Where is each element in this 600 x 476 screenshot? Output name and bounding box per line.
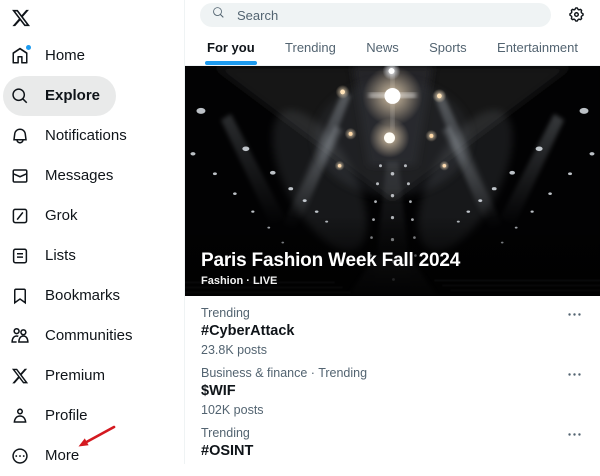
trend-item[interactable]: Trending #CyberAttack 23.8K posts (185, 301, 600, 361)
trend-body: Business & finance · Trending $WIF 102K … (201, 365, 566, 418)
sidebar-item-home[interactable]: Home (3, 36, 101, 76)
trend-topic: #OSINT (201, 443, 254, 459)
tab-label: Entertainment (497, 39, 578, 55)
trend-item[interactable]: Trending #OSINT (185, 421, 600, 465)
x-icon (11, 367, 29, 385)
settings-button[interactable] (568, 6, 586, 24)
hero-title: Paris Fashion Week Fall 2024 (201, 250, 461, 271)
trend-context: Trending (201, 306, 250, 320)
sidebar-item-lists[interactable]: Lists (3, 236, 92, 276)
gear-icon (568, 6, 586, 23)
sidebar-item-label: More (45, 447, 80, 464)
sidebar-item-bookmarks[interactable]: Bookmarks (3, 276, 136, 316)
tab-for-you[interactable]: For you (205, 29, 257, 65)
more-options-button[interactable] (566, 426, 584, 444)
sidebar-item-profile[interactable]: Profile (3, 396, 104, 436)
tab-label: For you (207, 39, 255, 55)
trend-topic: #CyberAttack (201, 323, 295, 339)
person-icon (11, 407, 29, 425)
sidebar-nav: Home Explore Notifications Messages Grok (3, 36, 184, 476)
more-options-button[interactable] (566, 366, 584, 384)
sidebar-item-label: Notifications (45, 127, 127, 144)
sidebar-item-label: Grok (45, 207, 78, 224)
more-circle-icon (11, 447, 29, 465)
sidebar-item-label: Communities (45, 327, 133, 344)
search-icon (11, 87, 29, 105)
sidebar-item-label: Explore (45, 87, 101, 104)
trend-context: Trending (201, 426, 250, 440)
sidebar-item-notifications[interactable]: Notifications (3, 116, 143, 156)
trend-posts: 23.8K posts (201, 343, 268, 357)
tab-label: News (366, 39, 399, 55)
home-icon (11, 45, 31, 65)
hero-text: Paris Fashion Week Fall 2024 Fashion · L… (201, 249, 460, 288)
search-header (185, 0, 600, 29)
sidebar-item-explore[interactable]: Explore (3, 76, 117, 116)
sidebar-item-label: Lists (45, 247, 76, 264)
sidebar-item-label: Profile (45, 407, 88, 424)
trending-hero-card[interactable]: Paris Fashion Week Fall 2024 Fashion · L… (185, 66, 600, 296)
x-logo[interactable] (3, 4, 47, 36)
trend-item[interactable]: Business & finance · Trending $WIF 102K … (185, 361, 600, 421)
sidebar-item-communities[interactable]: Communities (3, 316, 149, 356)
grok-icon (11, 207, 29, 225)
tab-label: Trending (285, 39, 336, 55)
explore-tabs: For you Trending News Sports Entertainme… (185, 29, 600, 66)
search-input[interactable] (235, 6, 539, 24)
ellipsis-icon (566, 426, 584, 443)
bookmark-icon (11, 287, 29, 305)
tab-news[interactable]: News (366, 29, 399, 65)
ellipsis-icon (566, 306, 584, 323)
trend-topic: $WIF (201, 383, 236, 399)
trend-body: Trending #OSINT (201, 425, 566, 462)
active-tab-indicator (205, 61, 257, 65)
sidebar-item-messages[interactable]: Messages (3, 156, 129, 196)
tab-sports[interactable]: Sports (429, 29, 467, 65)
sidebar-item-label: Premium (45, 367, 106, 384)
sidebar-item-premium[interactable]: Premium (3, 356, 121, 396)
ellipsis-icon (566, 366, 584, 383)
tab-entertainment[interactable]: Entertainment (497, 29, 578, 65)
hero-category: Fashion · LIVE (201, 275, 278, 287)
trend-context: Business & finance · Trending (201, 366, 368, 380)
x-logo-icon (11, 8, 31, 33)
trend-list: Trending #CyberAttack 23.8K posts Busine… (185, 296, 600, 465)
sidebar-item-more[interactable]: More (3, 436, 95, 476)
sidebar: Home Explore Notifications Messages Grok (0, 0, 184, 464)
main-content: For you Trending News Sports Entertainme… (184, 0, 600, 464)
trend-body: Trending #CyberAttack 23.8K posts (201, 305, 566, 358)
sidebar-item-label: Bookmarks (45, 287, 121, 304)
tab-label: Sports (429, 39, 467, 55)
envelope-icon (11, 167, 29, 185)
trend-posts: 102K posts (201, 403, 264, 417)
bell-icon (11, 127, 29, 145)
search-bar[interactable] (200, 3, 551, 27)
sidebar-item-label: Messages (45, 167, 114, 184)
list-icon (11, 247, 29, 265)
sidebar-item-grok[interactable]: Grok (3, 196, 94, 236)
search-icon (212, 6, 225, 24)
people-icon (11, 327, 29, 345)
sidebar-item-label: Home (45, 47, 86, 64)
home-notification-dot (26, 45, 31, 50)
tab-trending[interactable]: Trending (285, 29, 336, 65)
more-options-button[interactable] (566, 306, 584, 324)
